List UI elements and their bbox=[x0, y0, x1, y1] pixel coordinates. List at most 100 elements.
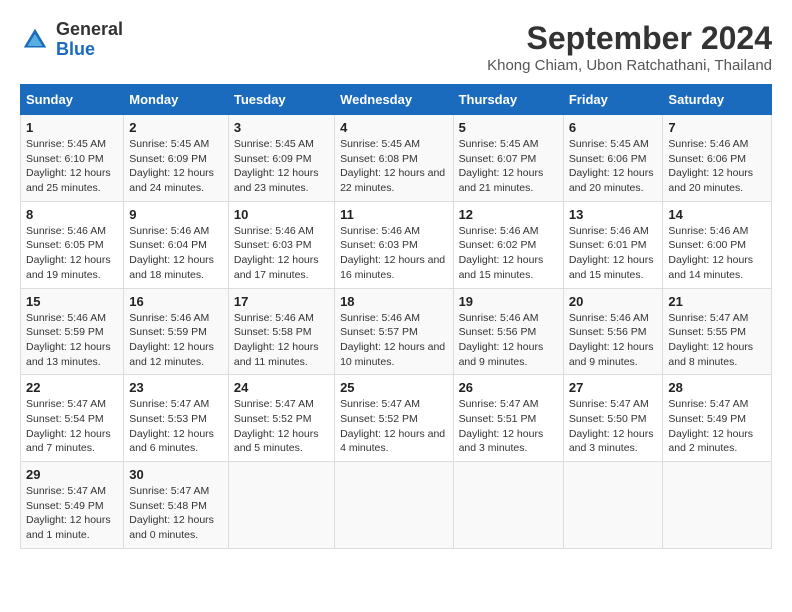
day-sunset: Sunset: 5:52 PM bbox=[340, 413, 418, 425]
day-sunset: Sunset: 5:58 PM bbox=[234, 326, 312, 338]
day-sunrise: Sunrise: 5:46 AM bbox=[129, 225, 209, 237]
page-subtitle: Khong Chiam, Ubon Ratchathani, Thailand bbox=[487, 57, 772, 74]
day-daylight: Daylight: 12 hours and 16 minutes. bbox=[340, 254, 445, 281]
day-number: 30 bbox=[129, 467, 223, 482]
day-sunset: Sunset: 5:59 PM bbox=[129, 326, 207, 338]
table-row: 6 Sunrise: 5:45 AM Sunset: 6:06 PM Dayli… bbox=[563, 115, 663, 202]
table-row: 24 Sunrise: 5:47 AM Sunset: 5:52 PM Dayl… bbox=[228, 375, 334, 462]
day-sunset: Sunset: 5:57 PM bbox=[340, 326, 418, 338]
table-row bbox=[563, 462, 663, 549]
day-sunrise: Sunrise: 5:46 AM bbox=[668, 225, 748, 237]
day-sunrise: Sunrise: 5:46 AM bbox=[459, 225, 539, 237]
day-number: 8 bbox=[26, 207, 118, 222]
table-row bbox=[228, 462, 334, 549]
day-sunset: Sunset: 6:06 PM bbox=[668, 153, 746, 165]
calendar-week-2: 8 Sunrise: 5:46 AM Sunset: 6:05 PM Dayli… bbox=[21, 201, 772, 288]
table-row: 12 Sunrise: 5:46 AM Sunset: 6:02 PM Dayl… bbox=[453, 201, 563, 288]
day-number: 19 bbox=[459, 294, 558, 309]
table-row: 18 Sunrise: 5:46 AM Sunset: 5:57 PM Dayl… bbox=[335, 288, 453, 375]
day-number: 22 bbox=[26, 380, 118, 395]
day-sunset: Sunset: 6:02 PM bbox=[459, 239, 537, 251]
day-sunrise: Sunrise: 5:46 AM bbox=[234, 312, 314, 324]
calendar-week-5: 29 Sunrise: 5:47 AM Sunset: 5:49 PM Dayl… bbox=[21, 462, 772, 549]
day-sunrise: Sunrise: 5:45 AM bbox=[569, 138, 649, 150]
day-number: 7 bbox=[668, 120, 766, 135]
table-row: 28 Sunrise: 5:47 AM Sunset: 5:49 PM Dayl… bbox=[663, 375, 772, 462]
table-row: 4 Sunrise: 5:45 AM Sunset: 6:08 PM Dayli… bbox=[335, 115, 453, 202]
header-thursday: Thursday bbox=[453, 85, 563, 115]
day-sunset: Sunset: 5:55 PM bbox=[668, 326, 746, 338]
day-daylight: Daylight: 12 hours and 0 minutes. bbox=[129, 514, 214, 541]
day-daylight: Daylight: 12 hours and 3 minutes. bbox=[459, 428, 544, 455]
table-row: 16 Sunrise: 5:46 AM Sunset: 5:59 PM Dayl… bbox=[124, 288, 229, 375]
table-row: 3 Sunrise: 5:45 AM Sunset: 6:09 PM Dayli… bbox=[228, 115, 334, 202]
table-row: 20 Sunrise: 5:46 AM Sunset: 5:56 PM Dayl… bbox=[563, 288, 663, 375]
day-daylight: Daylight: 12 hours and 20 minutes. bbox=[569, 167, 654, 194]
day-sunset: Sunset: 5:50 PM bbox=[569, 413, 647, 425]
day-sunrise: Sunrise: 5:46 AM bbox=[340, 225, 420, 237]
day-sunset: Sunset: 6:10 PM bbox=[26, 153, 104, 165]
calendar-week-1: 1 Sunrise: 5:45 AM Sunset: 6:10 PM Dayli… bbox=[21, 115, 772, 202]
calendar-week-4: 22 Sunrise: 5:47 AM Sunset: 5:54 PM Dayl… bbox=[21, 375, 772, 462]
day-sunrise: Sunrise: 5:46 AM bbox=[459, 312, 539, 324]
table-row: 30 Sunrise: 5:47 AM Sunset: 5:48 PM Dayl… bbox=[124, 462, 229, 549]
table-row: 9 Sunrise: 5:46 AM Sunset: 6:04 PM Dayli… bbox=[124, 201, 229, 288]
day-daylight: Daylight: 12 hours and 17 minutes. bbox=[234, 254, 319, 281]
day-sunrise: Sunrise: 5:47 AM bbox=[569, 398, 649, 410]
table-row: 19 Sunrise: 5:46 AM Sunset: 5:56 PM Dayl… bbox=[453, 288, 563, 375]
day-number: 26 bbox=[459, 380, 558, 395]
day-sunset: Sunset: 6:06 PM bbox=[569, 153, 647, 165]
header-saturday: Saturday bbox=[663, 85, 772, 115]
day-daylight: Daylight: 12 hours and 25 minutes. bbox=[26, 167, 111, 194]
logo: General Blue bbox=[20, 20, 123, 60]
header-wednesday: Wednesday bbox=[335, 85, 453, 115]
table-row: 1 Sunrise: 5:45 AM Sunset: 6:10 PM Dayli… bbox=[21, 115, 124, 202]
day-daylight: Daylight: 12 hours and 3 minutes. bbox=[569, 428, 654, 455]
day-number: 4 bbox=[340, 120, 447, 135]
day-sunrise: Sunrise: 5:45 AM bbox=[26, 138, 106, 150]
page-header: General Blue September 2024 Khong Chiam,… bbox=[20, 20, 772, 74]
day-daylight: Daylight: 12 hours and 9 minutes. bbox=[569, 341, 654, 368]
day-sunset: Sunset: 5:59 PM bbox=[26, 326, 104, 338]
day-number: 25 bbox=[340, 380, 447, 395]
day-sunrise: Sunrise: 5:47 AM bbox=[129, 398, 209, 410]
day-daylight: Daylight: 12 hours and 20 minutes. bbox=[668, 167, 753, 194]
day-daylight: Daylight: 12 hours and 18 minutes. bbox=[129, 254, 214, 281]
day-daylight: Daylight: 12 hours and 4 minutes. bbox=[340, 428, 445, 455]
day-daylight: Daylight: 12 hours and 9 minutes. bbox=[459, 341, 544, 368]
day-sunrise: Sunrise: 5:47 AM bbox=[340, 398, 420, 410]
day-sunrise: Sunrise: 5:46 AM bbox=[26, 225, 106, 237]
day-daylight: Daylight: 12 hours and 11 minutes. bbox=[234, 341, 319, 368]
day-sunset: Sunset: 6:09 PM bbox=[234, 153, 312, 165]
day-number: 17 bbox=[234, 294, 329, 309]
day-daylight: Daylight: 12 hours and 19 minutes. bbox=[26, 254, 111, 281]
day-sunrise: Sunrise: 5:46 AM bbox=[234, 225, 314, 237]
day-daylight: Daylight: 12 hours and 10 minutes. bbox=[340, 341, 445, 368]
day-number: 28 bbox=[668, 380, 766, 395]
page-title: September 2024 bbox=[487, 20, 772, 57]
logo-blue-text: Blue bbox=[56, 40, 123, 60]
day-sunrise: Sunrise: 5:46 AM bbox=[569, 225, 649, 237]
day-sunrise: Sunrise: 5:46 AM bbox=[340, 312, 420, 324]
day-sunrise: Sunrise: 5:47 AM bbox=[668, 398, 748, 410]
table-row: 25 Sunrise: 5:47 AM Sunset: 5:52 PM Dayl… bbox=[335, 375, 453, 462]
day-number: 10 bbox=[234, 207, 329, 222]
logo-icon bbox=[20, 25, 50, 55]
table-row: 22 Sunrise: 5:47 AM Sunset: 5:54 PM Dayl… bbox=[21, 375, 124, 462]
title-section: September 2024 Khong Chiam, Ubon Ratchat… bbox=[487, 20, 772, 74]
day-number: 9 bbox=[129, 207, 223, 222]
day-number: 12 bbox=[459, 207, 558, 222]
day-number: 24 bbox=[234, 380, 329, 395]
day-daylight: Daylight: 12 hours and 1 minute. bbox=[26, 514, 111, 541]
day-sunrise: Sunrise: 5:45 AM bbox=[340, 138, 420, 150]
day-number: 23 bbox=[129, 380, 223, 395]
day-daylight: Daylight: 12 hours and 23 minutes. bbox=[234, 167, 319, 194]
day-daylight: Daylight: 12 hours and 6 minutes. bbox=[129, 428, 214, 455]
day-number: 5 bbox=[459, 120, 558, 135]
day-sunset: Sunset: 5:56 PM bbox=[459, 326, 537, 338]
table-row: 15 Sunrise: 5:46 AM Sunset: 5:59 PM Dayl… bbox=[21, 288, 124, 375]
calendar-week-3: 15 Sunrise: 5:46 AM Sunset: 5:59 PM Dayl… bbox=[21, 288, 772, 375]
day-daylight: Daylight: 12 hours and 8 minutes. bbox=[668, 341, 753, 368]
header-monday: Monday bbox=[124, 85, 229, 115]
day-sunrise: Sunrise: 5:46 AM bbox=[26, 312, 106, 324]
